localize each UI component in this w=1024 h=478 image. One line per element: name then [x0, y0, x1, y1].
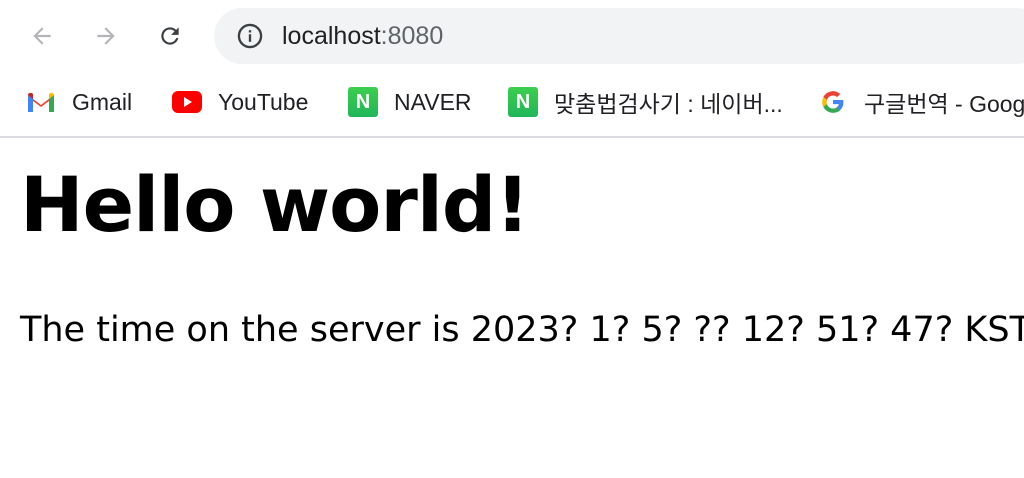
bookmark-youtube[interactable]: YouTube — [172, 82, 308, 122]
google-icon — [818, 87, 848, 117]
bookmark-gmail[interactable]: Gmail — [26, 82, 132, 122]
server-time-message: The time on the server is 2023? 1? 5? ??… — [20, 310, 1024, 350]
reload-icon — [161, 27, 179, 45]
youtube-icon — [172, 87, 202, 117]
back-arrow-icon — [33, 27, 51, 45]
naver-icon: N — [348, 87, 378, 117]
naver-logo: N — [348, 87, 378, 117]
bookmark-label: 구글번역 - Goog — [864, 91, 1024, 117]
bookmark-label: 맞춤법검사기 : 네이버... — [554, 91, 783, 117]
reload-button[interactable] — [150, 16, 190, 56]
site-info-icon[interactable] — [236, 22, 264, 50]
forward-button[interactable] — [86, 16, 126, 56]
bookmarks-bar: Gmail YouTube N NAVER N 맞춤법검사기 : 네이버... — [0, 72, 1024, 134]
back-button[interactable] — [22, 16, 62, 56]
page-content: Hello world! The time on the server is 2… — [0, 138, 1024, 478]
naver-icon: N — [508, 87, 538, 117]
forward-arrow-icon — [97, 27, 115, 45]
bookmark-naver[interactable]: N NAVER — [348, 82, 472, 122]
bookmark-google-translate[interactable]: 구글번역 - Goog — [818, 82, 1024, 122]
naver-logo: N — [508, 87, 538, 117]
bookmark-label: Gmail — [72, 88, 133, 115]
browser-toolbar: localhost:8080 — [0, 0, 1024, 72]
address-host: localhost — [282, 21, 381, 50]
page-heading: Hello world! — [20, 160, 530, 249]
address-bar[interactable]: localhost:8080 — [214, 8, 1024, 64]
bookmark-label: YouTube — [218, 88, 309, 115]
gmail-icon — [26, 87, 56, 117]
address-port: :8080 — [380, 21, 444, 50]
bookmark-label: NAVER — [394, 88, 472, 115]
address-url[interactable]: localhost:8080 — [282, 22, 443, 51]
bookmark-spellcheck[interactable]: N 맞춤법검사기 : 네이버... — [508, 82, 783, 122]
